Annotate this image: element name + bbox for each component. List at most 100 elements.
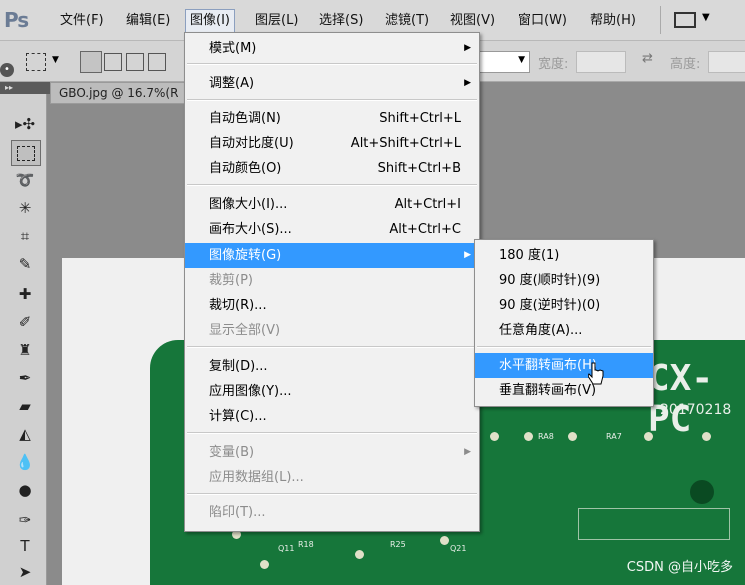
menu-item-label: 复制(D)... <box>209 359 268 374</box>
menu-item-arbitrary[interactable]: 任意角度(A)... <box>475 318 653 343</box>
menu-item-crop[interactable]: 裁剪(P) <box>185 268 479 293</box>
document-tab[interactable]: GBO.jpg @ 16.7%(R <box>50 82 200 104</box>
menu-separator <box>187 63 477 65</box>
submenu-arrow-icon: ▶ <box>464 43 471 53</box>
menu-item-shortcut: Alt+Ctrl+I <box>394 197 461 212</box>
pcb-pad <box>490 432 499 441</box>
menu-item-label: 图像大小(I)... <box>209 197 288 212</box>
menu-item-label: 裁切(R)... <box>209 298 267 313</box>
chevron-down-icon[interactable]: ▼ <box>52 55 59 65</box>
healing-brush-tool-icon[interactable]: ✚ <box>11 282 39 306</box>
menu-separator <box>187 346 477 348</box>
menu-item-label: 调整(A) <box>209 76 255 91</box>
tools-panel: ▸▸ ▸✣ ➰ ✳ ⌗ ✎ ✚ ✐ ♜ ✒ ▰ ◭ 💧 ● ✑ T ➤ <box>0 82 51 585</box>
menubar-divider <box>660 6 661 34</box>
pcb-pad <box>524 432 533 441</box>
pcb-pad <box>702 432 711 441</box>
eraser-tool-icon[interactable]: ▰ <box>11 394 39 418</box>
image-menu: 模式(M) ▶ 调整(A) ▶ 自动色调(N) Shift+Ctrl+L 自动对比度(… <box>184 32 480 532</box>
menu-item-adjustments[interactable]: 调整(A) ▶ <box>185 71 479 96</box>
menu-item-reveal-all[interactable]: 显示全部(V) <box>185 318 479 343</box>
menu-item-apply-data-set[interactable]: 应用数据组(L)... <box>185 465 479 490</box>
menu-separator <box>187 493 477 495</box>
menu-view[interactable]: 视图(V) <box>446 10 499 32</box>
menu-item-image-rotation[interactable]: 图像旋转(G) ▶ <box>185 243 479 268</box>
subtract-selection-icon[interactable] <box>126 53 144 71</box>
menu-item-duplicate[interactable]: 复制(D)... <box>185 354 479 379</box>
marquee-preset-icon[interactable] <box>26 53 46 71</box>
menu-separator <box>477 346 651 348</box>
menu-item-label: 裁剪(P) <box>209 273 253 288</box>
board-label: R18 <box>298 540 314 549</box>
swap-icon[interactable]: ⇄ <box>642 51 653 66</box>
menu-item-label: 任意角度(A)... <box>499 323 583 338</box>
chevron-down-icon[interactable]: ▼ <box>702 12 710 23</box>
menu-help[interactable]: 帮助(H) <box>586 10 640 32</box>
board-label: Q11 <box>278 544 295 553</box>
add-selection-icon[interactable] <box>104 53 122 71</box>
menu-item-auto-tone[interactable]: 自动色调(N) Shift+Ctrl+L <box>185 106 479 131</box>
history-brush-tool-icon[interactable]: ✒ <box>11 366 39 390</box>
lasso-tool-icon[interactable]: ➰ <box>11 168 39 192</box>
menu-item-trim[interactable]: 裁切(R)... <box>185 293 479 318</box>
move-tool-icon[interactable]: ▸✣ <box>11 112 39 136</box>
menu-item-label: 180 度(1) <box>499 248 560 263</box>
menu-edit[interactable]: 编辑(E) <box>122 10 174 32</box>
menu-item-apply-image[interactable]: 应用图像(Y)... <box>185 379 479 404</box>
eyedropper-tool-icon[interactable]: ✎ <box>11 252 39 276</box>
marquee-tool-icon[interactable] <box>11 140 41 166</box>
new-selection-icon[interactable] <box>80 51 102 73</box>
menu-item-rotate-90-ccw[interactable]: 90 度(逆时针)(0) <box>475 293 653 318</box>
menu-item-label: 自动色调(N) <box>209 111 281 126</box>
menu-filter[interactable]: 滤镜(T) <box>381 10 433 32</box>
submenu-arrow-icon: ▶ <box>464 78 471 88</box>
dodge-tool-icon[interactable]: ● <box>11 478 39 502</box>
menu-item-label: 变量(B) <box>209 445 255 460</box>
height-label: 高度: <box>670 57 701 72</box>
magic-wand-tool-icon[interactable]: ✳ <box>11 196 39 220</box>
blur-tool-icon[interactable]: 💧 <box>11 450 39 474</box>
image-rotation-submenu: 180 度(1) 90 度(顺时针)(9) 90 度(逆时针)(0) 任意角度(… <box>474 239 654 407</box>
pcb-pad <box>568 432 577 441</box>
menu-item-flip-vertical[interactable]: 垂直翻转画布(V) <box>475 378 653 403</box>
menu-item-label: 计算(C)... <box>209 409 267 424</box>
menu-item-image-size[interactable]: 图像大小(I)... Alt+Ctrl+I <box>185 192 479 217</box>
menu-image[interactable]: 图像(I) <box>185 9 235 33</box>
menu-item-variables[interactable]: 变量(B) ▶ <box>185 440 479 465</box>
menu-item-calculations[interactable]: 计算(C)... <box>185 404 479 429</box>
path-selection-tool-icon[interactable]: ➤ <box>11 560 39 584</box>
menu-item-auto-contrast[interactable]: 自动对比度(U) Alt+Shift+Ctrl+L <box>185 131 479 156</box>
board-label: R25 <box>390 540 406 549</box>
pcb-component <box>578 508 730 540</box>
menu-item-label: 应用图像(Y)... <box>209 384 292 399</box>
menu-item-label: 模式(M) <box>209 41 257 56</box>
paint-bucket-tool-icon[interactable]: ◭ <box>11 422 39 446</box>
brush-tool-icon[interactable]: ✐ <box>11 310 39 334</box>
menu-item-label: 自动颜色(O) <box>209 161 282 176</box>
style-select[interactable]: ▼ <box>478 51 530 73</box>
crop-tool-icon[interactable]: ⌗ <box>11 224 39 248</box>
height-input[interactable] <box>708 51 745 73</box>
intersect-selection-icon[interactable] <box>148 53 166 71</box>
panel-grip: ▸▸ <box>0 82 51 94</box>
menu-item-flip-horizontal[interactable]: 水平翻转画布(H) <box>475 353 653 378</box>
type-tool-icon[interactable]: T <box>11 534 39 558</box>
width-input[interactable] <box>576 51 626 73</box>
menu-select[interactable]: 选择(S) <box>315 10 367 32</box>
menu-file[interactable]: 文件(F) <box>56 10 108 32</box>
menu-item-auto-color[interactable]: 自动颜色(O) Shift+Ctrl+B <box>185 156 479 181</box>
stamp-tool-icon[interactable]: ♜ <box>11 338 39 362</box>
menu-item-mode[interactable]: 模式(M) ▶ <box>185 36 479 61</box>
pen-tool-icon[interactable]: ✑ <box>11 508 39 532</box>
menu-item-rotate-180[interactable]: 180 度(1) <box>475 243 653 268</box>
submenu-arrow-icon: ▶ <box>464 447 471 457</box>
menu-item-shortcut: Alt+Shift+Ctrl+L <box>350 136 461 151</box>
menu-item-rotate-90-cw[interactable]: 90 度(顺时针)(9) <box>475 268 653 293</box>
workspace-icon[interactable] <box>674 12 696 28</box>
grip-icon: • <box>0 63 14 77</box>
menu-item-canvas-size[interactable]: 画布大小(S)... Alt+Ctrl+C <box>185 217 479 242</box>
menu-layer[interactable]: 图层(L) <box>251 10 302 32</box>
menu-item-trap[interactable]: 陷印(T)... <box>185 500 479 525</box>
menu-window[interactable]: 窗口(W) <box>514 10 571 32</box>
board-title: CX-PC <box>648 358 714 440</box>
